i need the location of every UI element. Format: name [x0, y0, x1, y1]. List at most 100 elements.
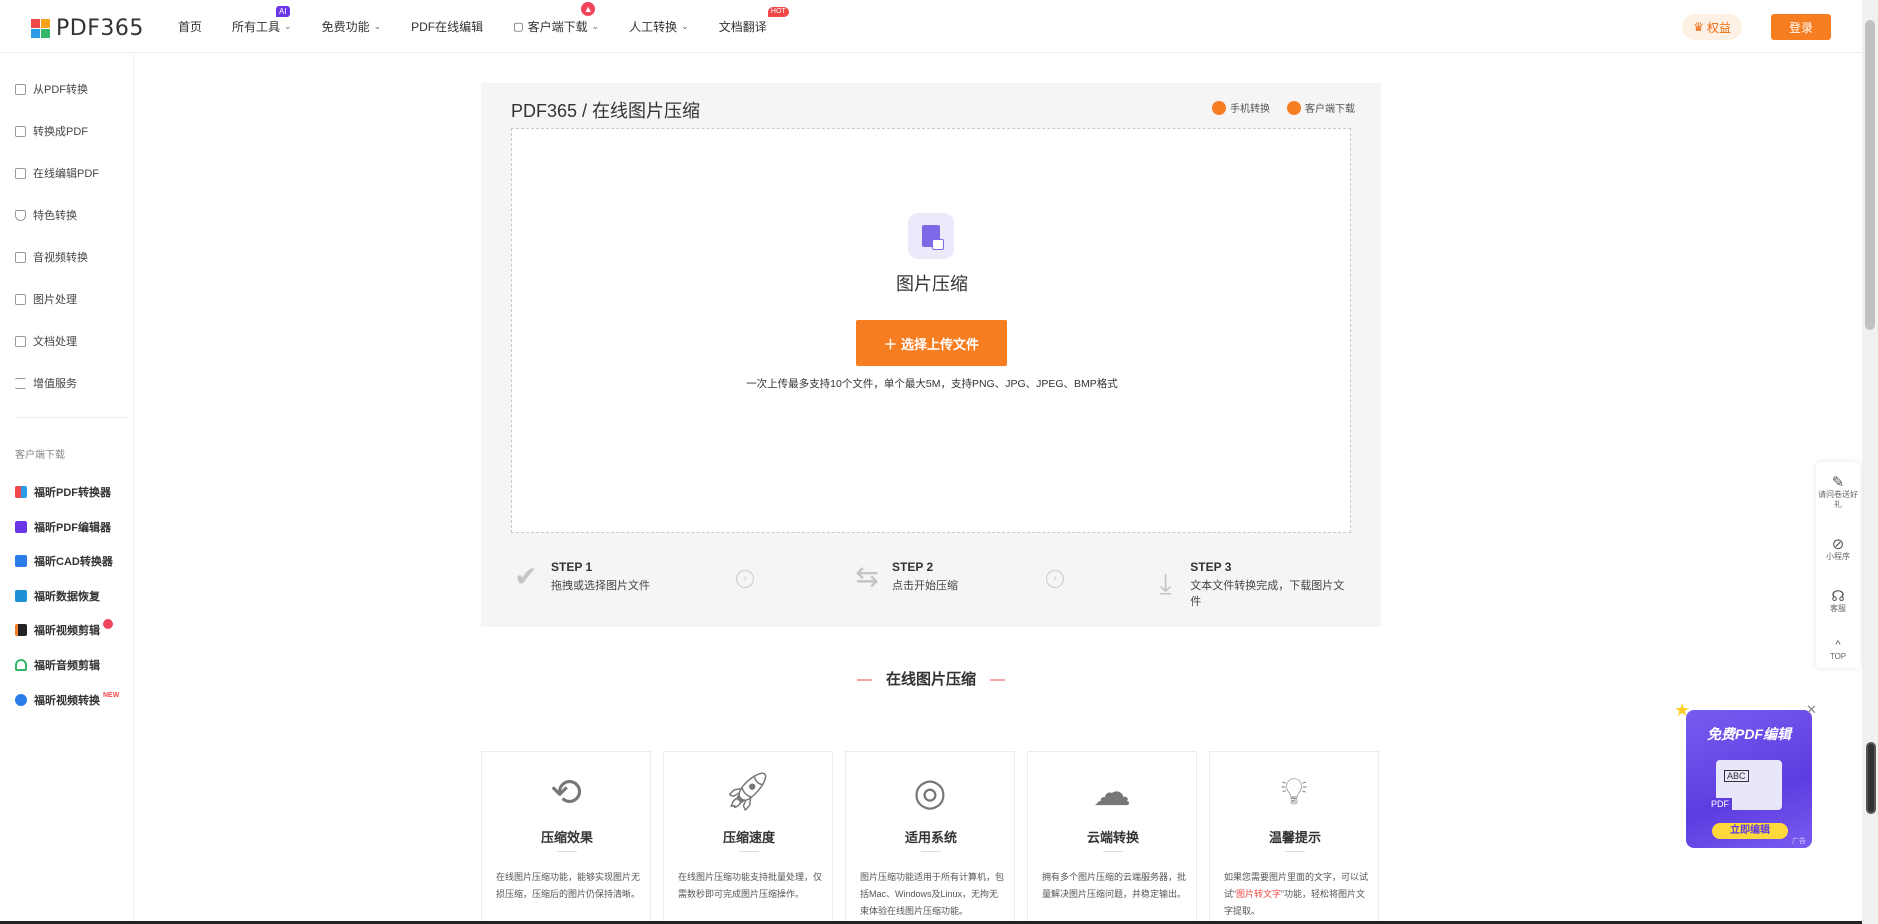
hot-badge: HOT: [767, 6, 789, 17]
fire-badge-icon: [103, 619, 113, 629]
step-3: ⤓ STEP 3 文本文件转换完成，下载图片文件: [1151, 560, 1351, 609]
app-video-editor[interactable]: 福昕视频剪辑: [15, 619, 113, 638]
sidebar-item-value-added[interactable]: 增值服务: [15, 375, 77, 391]
app-pdf-editor[interactable]: 福昕PDF编辑器: [15, 519, 111, 535]
card-divider: [1285, 851, 1305, 852]
close-icon[interactable]: ✕: [1806, 702, 1817, 718]
nav-pdf-online-edit[interactable]: PDF在线编辑: [411, 18, 483, 35]
ad-pdf-tag: PDF: [1708, 798, 1732, 810]
menu-icon: [15, 377, 26, 389]
card-text: 如果您需要图片里面的文字，可以试试“图片转文字”功能，轻松将图片文字提取。: [1224, 872, 1369, 916]
rights-button[interactable]: ♛ 权益: [1682, 14, 1742, 40]
app-audio-editor[interactable]: 福昕音频剪辑: [15, 657, 100, 673]
nav-manual-convert[interactable]: 人工转换 ⌄: [629, 18, 689, 35]
image-to-text-link[interactable]: 图片转文字: [1236, 889, 1281, 899]
repeat-icon: ⟲: [550, 771, 582, 814]
nav-free-features[interactable]: 免费功能 ⌄: [322, 18, 382, 35]
video-editor-icon: [15, 624, 27, 636]
monitor-icon: ▢: [513, 20, 524, 33]
document-icon: [15, 335, 26, 347]
card-divider: [739, 851, 759, 852]
section-title: — 在线图片压缩 —: [856, 671, 1005, 688]
steps-row: ✔ STEP 1 拖拽或选择图片文件 › ⇆ STEP 2 点击开始压缩 › ⤓…: [511, 560, 1351, 608]
tool-panel: PDF365 / 在线图片压缩 手机转换 客户端下载 图片压缩 ＋ 选择上传文件…: [481, 83, 1381, 627]
client-download-link[interactable]: 客户端下载: [1287, 100, 1355, 115]
pdf-converter-icon: [15, 486, 27, 498]
sidebar-section-label: 客户端下载: [15, 450, 65, 461]
plus-icon: ＋: [883, 336, 897, 352]
mobile-convert-link[interactable]: 手机转换: [1212, 100, 1270, 115]
feature-card-systems: ◎ 适用系统 图片压缩功能适用于所有计算机，包括Mac、Windows及Linu…: [845, 751, 1015, 924]
page-title: PDF365 / 在线图片压缩: [511, 101, 701, 121]
mini-program-button[interactable]: ⊘ 小程序: [1816, 536, 1860, 562]
feature-card-cloud: ☁ 云端转换 拥有多个图片压缩的云端服务器，批量解决图片压缩问题，并稳定输出。: [1027, 751, 1197, 924]
chevron-down-icon: ⌄: [681, 20, 689, 31]
side-widget[interactable]: [1866, 742, 1876, 814]
logo-mark-icon: [31, 19, 50, 38]
chevron-down-icon: ⌄: [591, 20, 600, 31]
sidebar-item-special-convert[interactable]: 特色转换: [15, 207, 77, 223]
title-dash: —: [990, 671, 1005, 688]
card-text: 在线图片压缩功能，能够实现图片无损压缩，压缩后的图片仍保持清晰。: [496, 872, 641, 899]
card-divider: [921, 851, 941, 852]
step-1: ✔ STEP 1 拖拽或选择图片文件: [511, 560, 650, 593]
lightbulb-icon: 💡︎: [1280, 770, 1308, 813]
survey-button[interactable]: ✎ 请问卷送好礼: [1816, 474, 1860, 510]
sidebar-item-edit-pdf[interactable]: 在线编辑PDF: [15, 165, 99, 181]
convert-icon: [15, 125, 26, 137]
ai-badge: AI: [276, 5, 290, 17]
title-dash: —: [856, 671, 872, 688]
app-pdf-converter[interactable]: 福昕PDF转换器: [15, 484, 111, 500]
login-button[interactable]: 登录: [1771, 14, 1831, 40]
feature-card-tips: 💡︎ 温馨提示 如果您需要图片里面的文字，可以试试“图片转文字”功能，轻松将图片…: [1209, 751, 1379, 924]
sidebar-item-from-pdf[interactable]: 从PDF转换: [15, 81, 88, 97]
ad-screen-text: ABC: [1724, 770, 1749, 782]
media-icon: [15, 251, 26, 263]
globe-icon: ◎: [913, 771, 947, 814]
sidebar-divider: [14, 417, 128, 418]
upload-hint: 一次上传最多支持10个文件，单个最大5M，支持PNG、JPG、JPEG、BMP格…: [746, 378, 1118, 390]
nav-client-download[interactable]: ▢ 客户端下载 ⌄ ▲: [513, 1, 600, 35]
back-to-top-button[interactable]: ^ TOP: [1816, 640, 1860, 662]
upload-file-button[interactable]: ＋ 选择上传文件: [856, 320, 1007, 366]
download-icon: ⤓: [1159, 568, 1172, 599]
sidebar-item-image-process[interactable]: 图片处理: [15, 291, 77, 307]
new-badge: NEW: [103, 691, 120, 699]
customer-service-button[interactable]: ☊ 客服: [1816, 589, 1860, 614]
sidebar-item-doc-process[interactable]: 文档处理: [15, 333, 77, 349]
cad-converter-icon: [15, 555, 27, 567]
card-text: 图片压缩功能适用于所有计算机，包括Mac、Windows及Linux，无拘无束体…: [860, 872, 1005, 916]
app-data-recovery[interactable]: 福昕数据恢复: [15, 588, 100, 604]
nav-home[interactable]: 首页: [178, 18, 202, 35]
app-video-converter[interactable]: 福昕视频转换 NEW: [15, 692, 119, 708]
tool-title: 图片压缩: [896, 274, 968, 294]
sidebar-item-to-pdf[interactable]: 转换成PDF: [15, 123, 88, 139]
nav-all-tools[interactable]: 所有工具 ⌄ AI: [232, 5, 292, 35]
main-nav: 首页 所有工具 ⌄ AI 免费功能 ⌄ PDF在线编辑 ▢ 客户端下载 ⌄ ▲ …: [178, 0, 797, 52]
sidebar-item-av-convert[interactable]: 音视频转换: [15, 249, 88, 265]
arrow-up-icon: ^: [1835, 639, 1841, 651]
step-2: ⇆ STEP 2 点击开始压缩: [852, 560, 958, 593]
arrow-right-icon: ›: [736, 570, 754, 588]
upload-dropzone[interactable]: 图片压缩 ＋ 选择上传文件 一次上传最多支持10个文件，单个最大5M，支持PNG…: [511, 128, 1351, 533]
video-converter-icon: [15, 694, 27, 706]
nav-doc-translate[interactable]: 文档翻译 HOT: [719, 6, 789, 35]
pdf-editor-icon: [15, 521, 27, 533]
data-recovery-icon: [15, 590, 27, 602]
ad-banner[interactable]: 免费PDF编辑 ABC PDF 立即编辑 广告: [1686, 710, 1812, 848]
survey-icon: ✎: [1831, 474, 1845, 491]
chevron-down-icon: ⌄: [373, 20, 382, 31]
download-icon: [1287, 100, 1301, 115]
logo[interactable]: PDF365: [31, 16, 144, 41]
mini-program-icon: ⊘: [1831, 536, 1845, 553]
scroll-thumb[interactable]: [1865, 20, 1875, 330]
convert-icon: [15, 83, 26, 95]
card-divider: [557, 851, 577, 852]
check-icon: ✔: [514, 561, 538, 592]
app-cad-converter[interactable]: 福昕CAD转换器: [15, 553, 113, 569]
edit-icon: [15, 167, 26, 179]
top-header: PDF365 首页 所有工具 ⌄ AI 免费功能 ⌄ PDF在线编辑 ▢ 客户端…: [0, 0, 1862, 53]
card-text: 拥有多个图片压缩的云端服务器，批量解决图片压缩问题，并稳定输出。: [1042, 872, 1187, 899]
chevron-down-icon: ⌄: [284, 20, 292, 31]
ad-edit-button[interactable]: 立即编辑: [1712, 823, 1788, 839]
